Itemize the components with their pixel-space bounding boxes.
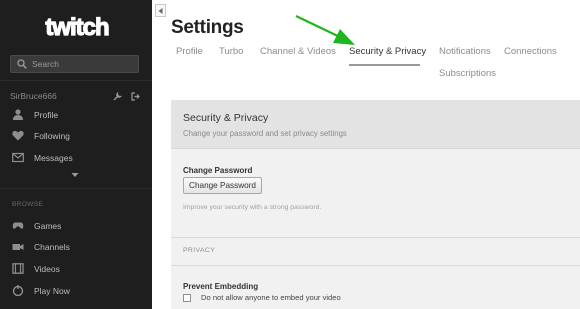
prevent-embedding-checkbox[interactable]	[183, 294, 191, 302]
sidebar-item-label: Play Now	[34, 286, 70, 296]
sidebar-item-messages[interactable]: Messages	[10, 151, 140, 165]
annotation-arrow	[295, 15, 355, 45]
privacy-heading: PRIVACY	[183, 247, 216, 254]
chevron-left-icon	[158, 8, 163, 14]
browse-heading: BROWSE	[12, 201, 44, 208]
section-divider	[171, 265, 580, 266]
envelope-icon	[12, 152, 24, 163]
user-row: SirBruce666	[10, 86, 140, 101]
camera-icon	[12, 244, 24, 250]
sidebar-item-label: Channels	[34, 242, 70, 252]
username[interactable]: SirBruce666	[10, 91, 57, 101]
tab-connections[interactable]: Connections	[504, 46, 557, 57]
film-icon	[12, 263, 24, 274]
panel-header: Security & Privacy Change your password …	[171, 100, 580, 149]
active-tab-indicator	[349, 64, 420, 66]
sidebar-item-videos[interactable]: Videos	[10, 262, 140, 276]
search-input[interactable]	[32, 56, 132, 72]
search-icon	[17, 59, 27, 69]
sidebar-item-channels[interactable]: Channels	[10, 240, 140, 254]
change-password-label: Change Password	[183, 166, 253, 175]
sidebar-item-label: Profile	[34, 110, 59, 120]
sidebar-item-profile[interactable]: Profile	[10, 108, 140, 122]
chevron-down-icon[interactable]	[71, 172, 79, 178]
prevent-embedding-label: Prevent Embedding	[183, 282, 259, 291]
play-now-icon	[12, 285, 24, 296]
sidebar-item-play-now[interactable]: Play Now	[10, 284, 140, 298]
prevent-embedding-checkbox-label[interactable]: Do not allow anyone to embed your video	[201, 293, 341, 302]
search-box[interactable]	[10, 55, 139, 73]
change-password-button[interactable]: Change Password	[183, 177, 262, 194]
sidebar-item-games[interactable]: Games	[10, 219, 140, 233]
password-hint: Improve your security with a strong pass…	[183, 204, 322, 211]
tab-notifications[interactable]: Notifications	[439, 46, 491, 57]
sidebar-item-label: Games	[34, 221, 62, 231]
sidebar-item-label: Following	[34, 131, 70, 141]
gamepad-icon	[12, 222, 24, 229]
section-title: Security & Privacy	[183, 112, 269, 124]
tab-subscriptions[interactable]: Subscriptions	[439, 68, 496, 79]
sidebar-divider	[0, 80, 152, 81]
collapse-sidebar-button[interactable]	[155, 4, 166, 17]
sidebar-item-following[interactable]: Following	[10, 129, 140, 143]
security-privacy-panel: Security & Privacy Change your password …	[171, 100, 580, 309]
page-title: Settings	[171, 17, 244, 38]
twitch-logo[interactable]: twitch	[42, 12, 112, 44]
sidebar-item-label: Messages	[34, 153, 73, 163]
section-subtitle: Change your password and set privacy set…	[183, 129, 347, 138]
tab-turbo[interactable]: Turbo	[219, 46, 243, 57]
logout-icon[interactable]	[131, 88, 140, 101]
sidebar-divider	[0, 188, 152, 189]
section-divider	[171, 237, 580, 238]
sidebar: twitch SirBruce666 Profile Following Mes…	[0, 0, 152, 309]
logo-text: twitch	[45, 14, 109, 41]
tab-profile[interactable]: Profile	[176, 46, 203, 57]
wrench-icon[interactable]	[113, 88, 122, 101]
person-icon	[13, 109, 23, 120]
sidebar-item-label: Videos	[34, 264, 60, 274]
heart-icon	[12, 130, 24, 141]
